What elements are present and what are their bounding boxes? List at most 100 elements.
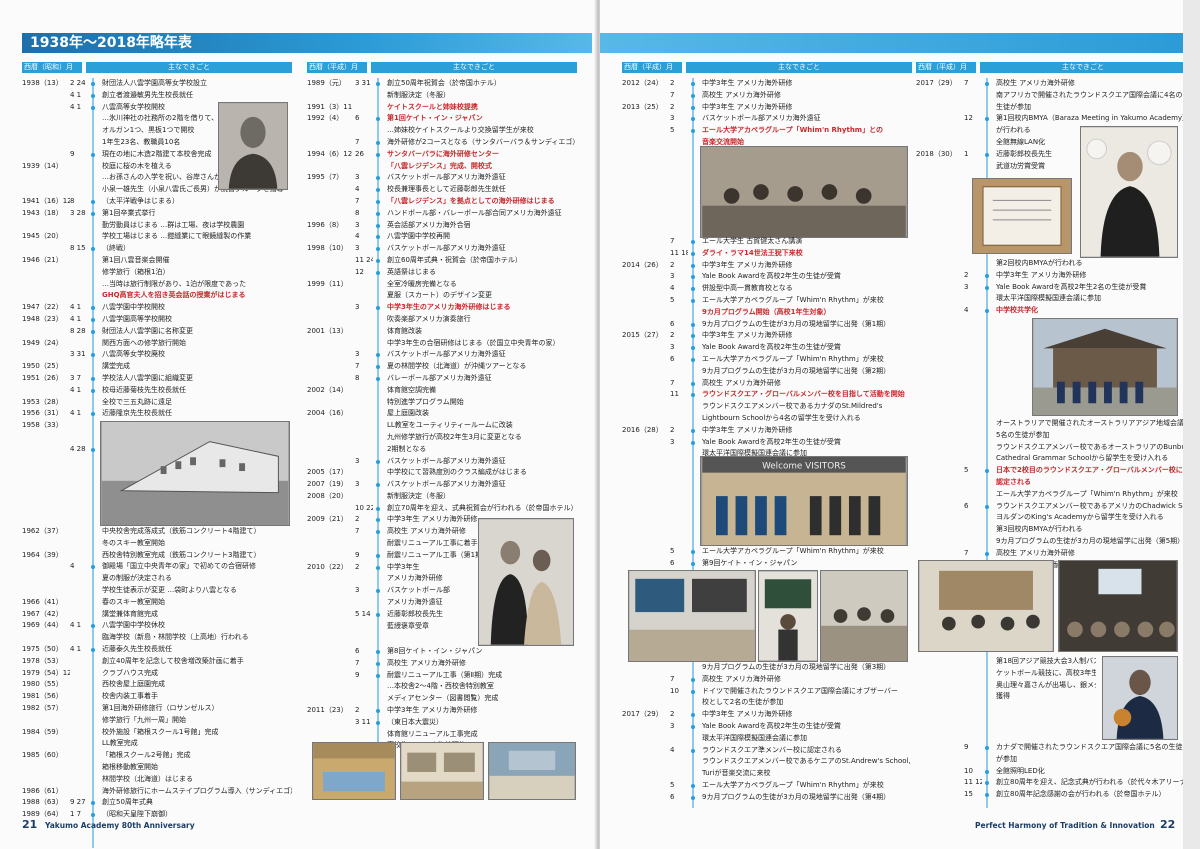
row-date: 9 — [70, 149, 75, 158]
timeline-dot — [985, 309, 989, 314]
timeline-dot — [376, 376, 380, 381]
row-year: 1991（3）11 — [307, 102, 353, 111]
row-date: 7 — [355, 196, 360, 205]
row-event: クラブハウス完成 — [102, 668, 158, 677]
row-event: 英語祭はじまる — [387, 267, 436, 276]
row-event: 創立50周年式典 — [102, 798, 153, 807]
timeline-row: 2017（29） 7 高校生 アメリカ海外研修 — [916, 78, 1186, 90]
founder-portrait-photo — [218, 102, 288, 190]
timeline-row: 1999（11） 全室冷暖房完備となる — [307, 279, 577, 291]
row-event: 関西方面への修学旅行開始 — [102, 338, 186, 347]
row-date: 4 — [70, 562, 75, 571]
timeline-dot — [91, 353, 95, 358]
timeline-dot — [376, 270, 380, 275]
timeline-row: GHQ高官夫人を招き英会話の授業がはじまる — [22, 290, 292, 302]
column-header: 西暦（平成）月 日 主なできごと — [916, 62, 1186, 82]
row-event: ハンドボール部・バレーボール部合同アメリカ海外遠征 — [387, 208, 562, 217]
timeline-row: 勤労動員はじまる …群は工場、夜は学校農園 — [22, 220, 292, 232]
timeline-row: 獲得 — [916, 691, 1096, 703]
timeline-dot — [691, 428, 695, 433]
right-page: 西暦（平成）月 日 主なできごと 2012（24） 2 中学3年生 アメリカ海外研修… — [600, 0, 1200, 849]
column-header: 西暦（昭和）月 日 主なできごと — [22, 62, 292, 82]
timeline-row: 11 18 ダライ・ラマ14世法王猊下来校 — [622, 248, 912, 260]
row-year: 1967（42） — [22, 609, 63, 618]
timeline-row: 7 「八雲レジデンス」を拠点としての海外研修はじまる — [307, 196, 577, 208]
timeline-dot — [376, 188, 380, 193]
timeline-dot — [376, 152, 380, 157]
row-date: 9 27 — [70, 798, 86, 807]
timeline-row: LL教室をユーティリティールームに改装 — [307, 420, 577, 432]
row-event: 財団法人八雲学園高等女学校設立 — [102, 79, 207, 87]
header-event: 主なできごと — [686, 62, 912, 73]
row-event: 認定される — [996, 477, 1031, 486]
timeline-row: 2011（23） 2 中学3年生 アメリカ海外研修 — [307, 705, 577, 717]
bmya-meeting-photo — [1058, 560, 1178, 652]
timeline-row: 第18回アジア競技大会3人制バス — [916, 656, 1096, 668]
row-event: 第2回校内BMYAが行われる — [996, 259, 1083, 267]
row-year: 2013（25） — [622, 102, 663, 111]
timeline-row: 6 ラウンドスクエアメンバー校であるアメリカのChadwick School、 — [916, 501, 1186, 513]
timeline-rows: 9 カナダで開催されたラウンドスクエア国際会議に5名の生徒 が参加 10 全館照明LED… — [916, 742, 1186, 801]
timeline-dot — [691, 240, 695, 244]
timeline-dot — [691, 724, 695, 729]
timeline-row: 10 ドイツで開催されたラウンドスクエア国際会議にオブザーバー — [622, 686, 912, 698]
row-event: 環太平洋国際模擬国連会議に参加 — [702, 733, 807, 742]
row-event: エール大学生 古賀健太さん講演 — [702, 237, 803, 245]
row-date: 15 — [964, 790, 973, 799]
row-event: ケットボール競技に、高校3年生の — [996, 668, 1096, 677]
timeline-dot — [91, 647, 95, 652]
row-event: 英会話部アメリカ海外合宿 — [387, 220, 471, 229]
row-event: 八雲学園中学校休校 — [102, 621, 165, 630]
timeline-dot — [985, 82, 989, 86]
row-event: バスケットボール部アメリカ海外遠征 — [387, 173, 506, 182]
row-event: 海外研修旅行にホームステイプログラム導入（サンディエゴ） — [102, 786, 292, 795]
row-event: 校外施設「箱根スクール1号館」完成 — [102, 727, 219, 736]
column-heisei-2: 6 第8回ケイト・イン・ジャパン 7 高校生 アメリカ海外研修 9 耐震リニューアル工事（… — [307, 646, 577, 752]
timeline-row: 7 高校生 アメリカ海外研修 — [622, 674, 912, 686]
row-event: 全校で三五丸跡に遠足 — [102, 397, 172, 406]
row-event: 9カ月プログラム開始（高校1年生対象） — [702, 307, 831, 316]
timeline-dot — [985, 152, 989, 157]
row-date: 3 31 — [70, 350, 86, 359]
timeline-row: メディアセンター（図書閲覧）完成 — [307, 693, 577, 705]
timeline-row: 1956（31） 4 1 近藤隆京先生校長就任 — [22, 408, 292, 420]
row-event: 学校生徒表示が変更 …袋町より八雲となる — [102, 585, 237, 594]
row-date: 4 1 — [70, 644, 82, 653]
cultural-tour-photo — [918, 560, 1054, 652]
timeline-spread: 1938年～2018年略年表 西暦（昭和）月 日 主なできごと 1938（13）… — [0, 0, 1200, 849]
gym-photo — [312, 742, 396, 800]
row-event: 「八雲レジデンス」を拠点としての海外研修はじまる — [387, 196, 555, 205]
header-event: 主なできごと — [371, 62, 577, 73]
timeline-row: 6 第9回ケイト・イン・ジャパン — [622, 558, 912, 570]
row-event: 体育館改装 — [387, 326, 422, 335]
timeline-row: 9カ月プログラムの生徒が3カ月の現地留学に出発（第5期） — [916, 536, 1186, 548]
column-heisei-4d: 第18回アジア競技大会3人制バス ケットボール競技に、高校3年生の 奥山理々嘉さんが… — [916, 656, 1096, 703]
header-event: 主なできごと — [86, 62, 292, 73]
school-building-photo — [100, 421, 290, 526]
row-date: 6 — [670, 354, 675, 363]
row-year: 1938（13） — [22, 79, 63, 87]
timeline-row: 3 バスケットボール部アメリカ海外遠征 — [622, 113, 912, 125]
row-event: LL教室をユーティリティールームに改装 — [387, 421, 513, 430]
timeline-row: 1985（60） 「箱根スクール2号館」完成 — [22, 750, 292, 762]
row-event: 中学3年生 アメリカ海外研修 — [702, 79, 793, 87]
row-event: 日本で2校目のラウンドスクエア・グローバルメンバー校に — [996, 466, 1183, 475]
timeline-dot — [691, 550, 695, 554]
row-date: 6 — [355, 114, 360, 123]
row-date: 8 — [355, 208, 360, 217]
row-event: 南アフリカで開催されたラウンドスクエア国際会議に4名の — [996, 90, 1183, 99]
timeline-row: 箱根移動教室開始 — [22, 762, 292, 774]
timeline-dot — [376, 247, 380, 252]
row-event: 第1回校内BMYA（Baraza Meeting in Yakumo Acade… — [996, 114, 1186, 123]
timeline-row: 新制服決定（冬服） — [307, 90, 577, 102]
row-event: 校長兼理事長として近藤彰郎先生就任 — [387, 185, 506, 194]
row-date: 2 — [670, 102, 675, 111]
timeline-dot — [691, 357, 695, 362]
timeline-row: 2013（25） 2 中学3年生 アメリカ海外研修 — [622, 102, 912, 114]
row-event: 八雲学園中学校再開 — [387, 232, 450, 241]
column-heisei-4e: 9 カナダで開催されたラウンドスクエア国際会議に5名の生徒 が参加 10 全館照明LED… — [916, 742, 1186, 801]
row-event: 中央校舎完成落成式（鉄筋コンクリート4階建て） — [102, 527, 261, 535]
row-date: 12 — [964, 114, 973, 123]
column-heisei-4b: 第2回校内BMYAが行われる 2 中学3年生 アメリカ海外研修 3 Yale Book … — [916, 258, 1186, 317]
row-date: 4 1 — [70, 303, 82, 312]
